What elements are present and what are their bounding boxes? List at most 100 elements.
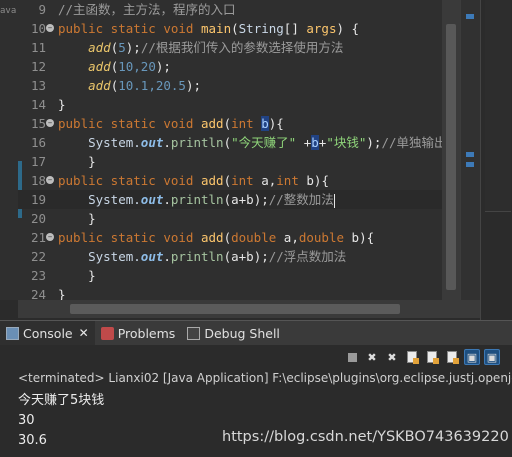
code-line[interactable]: 19 System.out.println(a+b);//整数加法 — [18, 190, 460, 209]
remove-launch-icon[interactable]: ✖ — [364, 349, 380, 365]
code-text: add(10.1,20.5); — [58, 76, 201, 95]
scroll-lock-icon[interactable] — [404, 349, 420, 365]
line-number: 19 — [30, 192, 46, 207]
code-token: System. — [88, 135, 141, 150]
code-line[interactable]: 15− public static void add(int b){ — [18, 114, 460, 133]
code-token: add — [201, 173, 224, 188]
show-console-icon[interactable] — [444, 349, 460, 365]
code-line[interactable]: 10− public static void main(String[] args… — [18, 19, 460, 38]
code-line[interactable]: 21− public static void add(double a,doubl… — [18, 228, 460, 247]
code-text: public static void add(int a,int b){ — [58, 171, 329, 190]
watermark: https://blog.csdn.net/YSKBO743639220 — [222, 429, 509, 445]
occurrence-marker[interactable] — [466, 162, 474, 167]
line-number: 9 — [38, 2, 46, 17]
line-number: 10 — [30, 21, 46, 36]
code-line[interactable]: 20 } — [18, 209, 460, 228]
occurrence-marker[interactable] — [466, 14, 474, 19]
line-number: 24 — [30, 287, 46, 300]
code-line[interactable]: 18− public static void add(int a,int b){ — [18, 171, 460, 190]
occurrence-marker[interactable] — [466, 152, 474, 157]
code-text: add(5);//根据我们传入的参数选择使用方法 — [58, 38, 343, 57]
code-token: public static void — [58, 21, 201, 36]
line-number: 21 — [30, 230, 46, 245]
left-collapsed-panel[interactable]: ava — [0, 0, 18, 300]
code-text: System.out.println("今天赚了" +b+"块钱");//单独输… — [58, 133, 447, 152]
code-token: . — [163, 249, 171, 264]
code-line[interactable]: 13 add(10.1,20.5); — [18, 76, 460, 95]
output-line: 30.6 — [18, 433, 47, 448]
launch-status: <terminated> Lianxi02 [Java Application]… — [18, 371, 512, 385]
code-token: } — [58, 287, 66, 300]
code-line[interactable]: 23 } — [18, 266, 460, 285]
code-token: ); — [125, 40, 141, 55]
tab-debug-shell[interactable]: Debug Shell — [181, 321, 286, 345]
code-token: out — [140, 135, 164, 150]
code-token: 10.1,20.5 — [118, 78, 186, 93]
console-output[interactable]: 今天赚了5块钱 30 30.6 — [18, 391, 104, 451]
overview-ruler[interactable] — [460, 0, 480, 300]
code-text: } — [58, 266, 96, 285]
code-line[interactable]: 16 System.out.println("今天赚了" +b+"块钱");//… — [18, 133, 460, 152]
code-editor[interactable]: 9//主函数，主方法，程序的入口 10− public static void ma… — [18, 0, 460, 300]
tab-problems[interactable]: Problems — [95, 321, 182, 345]
tab-console[interactable]: Console ✕ — [0, 321, 95, 345]
line-number: 18 — [30, 173, 46, 188]
code-token: int — [231, 116, 262, 131]
outline-panel — [485, 0, 511, 212]
code-token: add — [88, 40, 111, 55]
code-line[interactable]: 14} — [18, 95, 460, 114]
fold-toggle-icon[interactable]: − — [46, 233, 54, 241]
code-line[interactable]: 17 } — [18, 152, 460, 171]
editor-vertical-scroll-thumb[interactable] — [446, 24, 456, 290]
code-text: public static void main(String[] args) { — [58, 19, 359, 38]
code-token: } — [58, 97, 66, 112]
code-token: . — [163, 192, 171, 207]
close-icon[interactable]: ✕ — [79, 326, 89, 340]
code-token: public static void — [58, 116, 201, 131]
code-token: add — [201, 116, 224, 131]
tab-problems-label: Problems — [117, 325, 176, 341]
terminate-icon[interactable] — [344, 349, 360, 365]
code-line[interactable]: 11 add(5);//根据我们传入的参数选择使用方法 — [18, 38, 460, 57]
fold-toggle-icon[interactable]: − — [46, 24, 54, 32]
code-token: double — [231, 230, 284, 245]
line-number: 13 — [30, 78, 46, 93]
code-token: out — [140, 249, 164, 264]
code-token: add — [88, 78, 111, 93]
code-line[interactable]: 24} — [18, 285, 460, 300]
line-number: 15 — [30, 116, 46, 131]
code-line[interactable]: 9 //主函数，主方法，程序的入口 — [18, 0, 460, 19]
code-token: out — [140, 192, 164, 207]
line-number: 23 — [30, 268, 46, 283]
fold-toggle-icon[interactable]: − — [46, 119, 54, 127]
debug-shell-icon — [187, 326, 201, 340]
editor-horizontal-scroll-thumb[interactable] — [70, 304, 400, 314]
editor-vertical-scrollbar[interactable] — [442, 0, 460, 300]
code-lines[interactable]: 9//主函数，主方法，程序的入口 10− public static void ma… — [18, 0, 460, 300]
code-text: } — [58, 285, 66, 300]
code-line[interactable]: 22 System.out.println(a+b);//浮点数加法 — [18, 247, 460, 266]
right-side-panel[interactable] — [480, 0, 512, 320]
code-text: add(10,20); — [58, 57, 171, 76]
editor-horizontal-scrollbar[interactable] — [18, 300, 480, 318]
remove-all-icon[interactable]: ✖ — [384, 349, 400, 365]
code-token: //主函数，主方法，程序的入口 — [58, 2, 236, 17]
code-line[interactable]: 12 add(10,20); — [18, 57, 460, 76]
tab-console-label: Console — [23, 325, 73, 341]
fold-toggle-icon[interactable]: − — [46, 176, 54, 184]
code-token: //单独输出 — [381, 135, 447, 150]
code-text: } — [58, 209, 96, 228]
code-token: } — [58, 211, 96, 226]
display-console-icon[interactable]: ▣ — [484, 349, 500, 365]
view-tabs: Console ✕ Problems Debug Shell — [0, 321, 512, 345]
word-wrap-icon[interactable] — [424, 349, 440, 365]
pin-console-icon[interactable]: ▣ — [464, 349, 480, 365]
code-token: ( — [223, 173, 232, 188]
code-text: System.out.println(a+b);//整数加法 — [58, 190, 335, 209]
code-token: (a+b); — [223, 249, 269, 264]
text-caret — [333, 193, 335, 208]
code-token: 10,20 — [118, 59, 156, 74]
